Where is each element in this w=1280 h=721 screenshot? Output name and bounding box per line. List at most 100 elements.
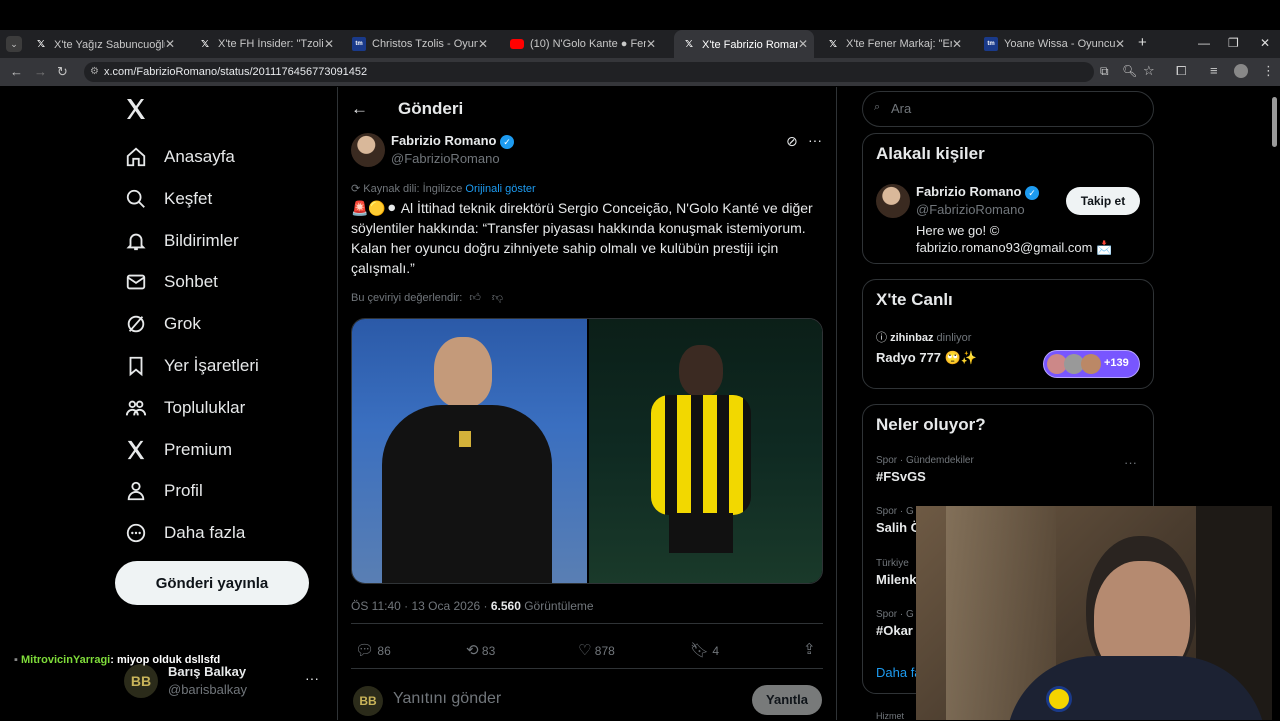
share-icon[interactable]: ⇪ bbox=[803, 640, 816, 658]
related-handle: @FabrizioRomano bbox=[916, 202, 1025, 217]
search-icon: ⌕ bbox=[874, 101, 881, 113]
thumbs-down-icon[interactable]: 👎︎ bbox=[492, 292, 503, 304]
window-titlebar bbox=[0, 0, 1280, 30]
reply-action[interactable]: 💬︎ 86 bbox=[355, 641, 391, 659]
tab-title: Yoane Wissa - Oyuncu profili 2 bbox=[1004, 38, 1115, 50]
search-input[interactable]: Ara bbox=[862, 91, 1154, 127]
post-button[interactable]: Gönderi yayınla bbox=[115, 561, 309, 605]
nav-item-label: Bildirimler bbox=[164, 231, 239, 250]
trends-title: Neler oluyor? bbox=[876, 415, 986, 434]
reply-input[interactable]: Yanıtını gönder bbox=[393, 690, 501, 708]
browser-tab[interactable]: 𝕏 X'te Fabrizio Romano: "🚨🟡⚫✕ bbox=[674, 30, 814, 58]
show-more-link[interactable]: Daha fa bbox=[876, 665, 922, 680]
transfermarkt-favicon-icon: tm bbox=[352, 37, 366, 51]
new-tab-button[interactable]: + bbox=[1138, 34, 1147, 51]
repost-icon: ⟲ bbox=[466, 642, 479, 659]
chat-user: MitrovicinYarragi bbox=[20, 654, 111, 666]
close-window-button[interactable]: ✕ bbox=[1260, 36, 1270, 50]
live-title: X'te Canlı bbox=[876, 290, 953, 309]
browser-menu-icon[interactable]: ⋮ bbox=[1262, 63, 1275, 79]
thumbs-up-icon[interactable]: 👍︎ bbox=[469, 292, 481, 304]
nav-item-topluluklar[interactable]: Topluluklar bbox=[124, 391, 245, 425]
like-action[interactable]: ♡ 878 bbox=[578, 641, 615, 659]
nav-item-grok[interactable]: Grok bbox=[124, 307, 201, 341]
coach-head bbox=[434, 337, 492, 407]
browser-tab[interactable]: 𝕏 X'te Yağız Sabuncuoğlu: "🚨 Fe✕ bbox=[26, 30, 181, 58]
like-count: 878 bbox=[594, 644, 615, 658]
close-tab-icon[interactable]: ✕ bbox=[646, 37, 656, 51]
minimize-button[interactable]: — bbox=[1198, 36, 1210, 50]
back-icon[interactable]: ← bbox=[10, 64, 23, 79]
translate-icon: ⟳ bbox=[351, 183, 361, 195]
forward-icon[interactable]: → bbox=[34, 64, 47, 79]
trend-item[interactable]: #Okar bbox=[876, 623, 913, 638]
related-avatar[interactable] bbox=[876, 184, 910, 218]
browser-tab[interactable]: tm Christos Tzolis - Oyuncu profili✕ bbox=[344, 30, 494, 58]
media-image-coach[interactable] bbox=[352, 319, 587, 583]
nav-item-anasayfa[interactable]: Anasayfa bbox=[124, 140, 235, 174]
reading-list-icon[interactable]: ≡ bbox=[1210, 63, 1218, 78]
close-tab-icon[interactable]: ✕ bbox=[952, 37, 962, 51]
account-more-icon[interactable]: ··· bbox=[305, 670, 319, 686]
bookmark-star-icon[interactable]: ☆ bbox=[1143, 63, 1155, 79]
live-host-row: ⓘ zihinbaz dinliyor bbox=[876, 329, 971, 345]
follow-button[interactable]: Takip et bbox=[1066, 187, 1140, 215]
author-avatar[interactable] bbox=[351, 133, 385, 167]
nav-item-profil[interactable]: Profil bbox=[124, 474, 203, 508]
translation-info: ⟳ Kaynak dili: İngilizce Orijinali göste… bbox=[351, 182, 536, 195]
repost-action[interactable]: ⟲ 83 bbox=[466, 641, 495, 659]
x-logo-icon[interactable] bbox=[124, 97, 150, 123]
nav-item-premium[interactable]: Premium bbox=[124, 433, 232, 467]
extensions-icon[interactable]: ⧠ bbox=[1176, 63, 1186, 79]
tab-title: (10) N'Golo Kante ● Fenerbahç bbox=[530, 38, 646, 50]
show-original-link[interactable]: Orijinali göster bbox=[465, 183, 535, 195]
back-arrow-icon[interactable]: ← bbox=[351, 99, 368, 119]
trend-item[interactable]: Milenk bbox=[876, 572, 916, 587]
author-name-row[interactable]: Fabrizio Romano ✓ bbox=[391, 133, 515, 149]
close-tab-icon[interactable]: ✕ bbox=[324, 37, 334, 51]
browser-tab[interactable]: (10) N'Golo Kante ● Fenerbahç✕ bbox=[502, 30, 662, 58]
scrollbar-thumb[interactable] bbox=[1272, 97, 1277, 147]
trend-item[interactable]: #FSvGS bbox=[876, 469, 926, 484]
live-listeners-pill[interactable]: +139 bbox=[1043, 350, 1140, 378]
reply-button[interactable]: Yanıtla bbox=[752, 685, 822, 715]
trend-more-icon[interactable]: ··· bbox=[1124, 455, 1137, 470]
account-avatar[interactable]: BB bbox=[124, 664, 158, 698]
profile-avatar[interactable] bbox=[1234, 64, 1248, 78]
zoom-icon[interactable]: 🔍︎ bbox=[1122, 64, 1137, 78]
live-space-name[interactable]: Radyo 777 🙄✨ bbox=[876, 350, 977, 366]
trend-item[interactable]: Salih Ö bbox=[876, 520, 921, 535]
post-media[interactable] bbox=[351, 318, 823, 584]
repost-count: 83 bbox=[481, 644, 496, 658]
grok-explain-icon[interactable]: ⊘ bbox=[786, 133, 798, 150]
media-image-player[interactable] bbox=[589, 319, 822, 583]
browser-tab[interactable]: 𝕏 X'te FH İnsider: "Tzolis içinde 2✕ bbox=[190, 30, 340, 58]
tab-search-button[interactable]: ⌄ bbox=[6, 36, 22, 52]
nav-item-yer-i-şaretleri[interactable]: Yer İşaretleri bbox=[124, 349, 259, 383]
close-tab-icon[interactable]: ✕ bbox=[165, 37, 175, 51]
related-name-row[interactable]: Fabrizio Romano ✓ bbox=[916, 184, 1040, 200]
nav-item-keşfet[interactable]: Keşfet bbox=[124, 182, 212, 216]
site-info-icon[interactable]: ⚙ bbox=[90, 66, 99, 77]
browser-tab[interactable]: tm Yoane Wissa - Oyuncu profili 2✕ bbox=[976, 30, 1131, 58]
maximize-button[interactable]: ❐ bbox=[1228, 36, 1239, 50]
live-host: zihinbaz bbox=[890, 332, 934, 344]
nav-item-sohbet[interactable]: Sohbet bbox=[124, 265, 218, 299]
bookmark-action[interactable]: 🔖︎ 4 bbox=[690, 641, 719, 659]
nav-item-label: Anasayfa bbox=[164, 147, 235, 166]
post-more-icon[interactable]: ··· bbox=[808, 132, 822, 148]
trend-category: Türkiye bbox=[876, 558, 909, 569]
browser-tab[interactable]: 𝕏 X'te Fener Markaj: "Ertan Torun✕ bbox=[818, 30, 968, 58]
reload-icon[interactable]: ↻ bbox=[57, 64, 68, 80]
chat-message: : miyop olduk dsllsfd bbox=[110, 654, 221, 666]
nav-item-daha-fazla[interactable]: Daha fazla bbox=[124, 516, 245, 550]
url-input[interactable]: x.com/FabrizioRomano/status/201117645677… bbox=[84, 62, 1094, 82]
close-tab-icon[interactable]: ✕ bbox=[798, 37, 808, 51]
tab-title: X'te Fener Markaj: "Ertan Torun bbox=[846, 38, 952, 50]
post-time: ÖS 11:40 · 13 Oca 2026 · bbox=[351, 599, 491, 613]
close-tab-icon[interactable]: ✕ bbox=[478, 37, 488, 51]
close-tab-icon[interactable]: ✕ bbox=[1115, 37, 1125, 51]
post-meta: ÖS 11:40 · 13 Oca 2026 · 6.560 Görüntüle… bbox=[351, 599, 594, 613]
nav-item-bildirimler[interactable]: Bildirimler bbox=[124, 224, 239, 258]
install-app-icon[interactable]: ⧉ bbox=[1100, 64, 1109, 79]
